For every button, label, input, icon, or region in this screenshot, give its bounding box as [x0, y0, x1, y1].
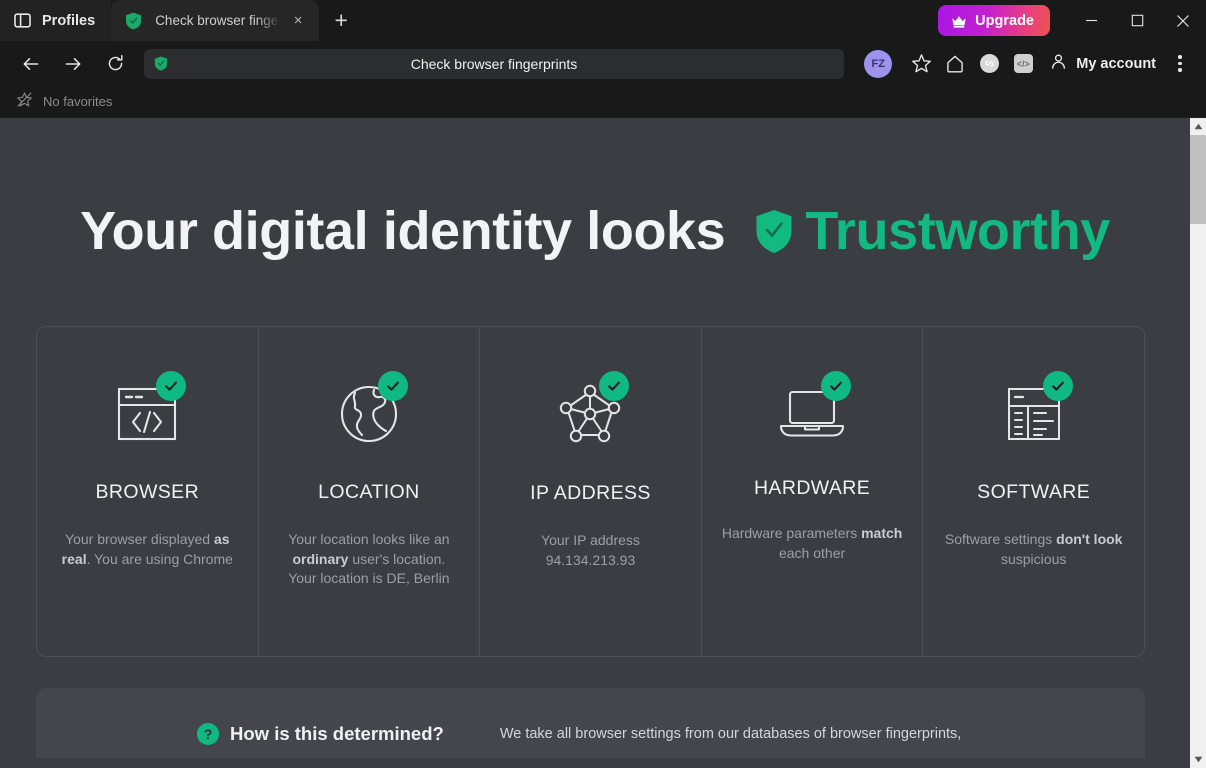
hero-prefix: Your digital identity looks [80, 201, 726, 261]
upgrade-label: Upgrade [975, 12, 1034, 29]
bookmarks-bar: No favorites [0, 86, 1206, 118]
card-description: Hardware parameters match each other [721, 525, 903, 561]
table-list-icon [991, 371, 1077, 449]
address-bar[interactable]: Check browser fingerprints [144, 48, 844, 79]
status-card-ip-address: IP ADDRESS Your IP address 94.134.213.93 [479, 327, 701, 656]
check-badge-icon [1042, 371, 1073, 401]
browser-window-code-icon [104, 371, 190, 449]
page-scrollbar[interactable] [1190, 118, 1206, 768]
upgrade-button[interactable]: Upgrade [938, 5, 1050, 36]
window-actions: Upgrade [938, 0, 1206, 41]
circular-extension-icon[interactable] [972, 47, 1006, 81]
extension-glyph: </> [1013, 54, 1033, 73]
crossed-star-icon [16, 91, 33, 113]
laptop-icon [769, 371, 855, 449]
profiles-button[interactable]: Profiles [0, 0, 112, 41]
profiles-label: Profiles [42, 12, 96, 29]
address-bar-text: Check browser fingerprints [410, 55, 578, 72]
status-card-software: SOFTWARE Software settings don't look su… [922, 327, 1144, 656]
shield-icon [125, 12, 142, 30]
card-description: Your browser displayed as real. You are … [61, 531, 233, 567]
card-description: Software settings don't look suspicious [944, 531, 1123, 567]
toolbar-actions: FZ </> My account [850, 47, 1196, 81]
new-tab-button[interactable]: + [319, 0, 363, 41]
hero-status: Trustworthy [805, 201, 1110, 261]
person-icon [1050, 53, 1067, 74]
avatar[interactable]: FZ [864, 49, 893, 78]
crown-icon [951, 14, 967, 28]
scroll-down-arrow-icon[interactable] [1190, 751, 1206, 768]
navigation-toolbar: Check browser fingerprints FZ </> My acc… [0, 41, 1206, 86]
my-account-label: My account [1076, 55, 1156, 72]
scrollbar-track[interactable] [1190, 135, 1206, 751]
card-title: HARDWARE [753, 477, 871, 499]
network-nodes-icon [547, 371, 633, 449]
card-title: BROWSER [95, 481, 200, 503]
card-title: SOFTWARE [977, 481, 1091, 503]
card-description: Your IP address 94.134.213.93 [541, 532, 640, 568]
how-determined-panel: ? How is this determined? We take all br… [36, 688, 1145, 758]
page-content: Your digital identity looks Trustworthy [0, 118, 1190, 768]
back-button[interactable] [14, 47, 48, 81]
how-determined-heading: How is this determined? [230, 723, 444, 744]
status-card-hardware: HARDWARE Hardware parameters match each … [700, 327, 923, 656]
extension-glyph [979, 54, 999, 73]
maximize-button[interactable] [1114, 0, 1160, 41]
status-card-location: LOCATION Your location looks like an ord… [257, 327, 480, 656]
scroll-up-arrow-icon[interactable] [1190, 118, 1206, 135]
forward-button[interactable] [56, 47, 90, 81]
dot [1178, 61, 1182, 66]
page-viewport: Your digital identity looks Trustworthy [0, 118, 1206, 768]
hero-heading: Your digital identity looks Trustworthy [0, 118, 1190, 262]
panel-icon [14, 12, 31, 29]
close-window-button[interactable] [1160, 0, 1206, 41]
check-badge-icon [377, 371, 408, 401]
minimize-button[interactable] [1068, 0, 1114, 41]
home-icon[interactable] [938, 47, 972, 81]
browser-menu-button[interactable] [1164, 47, 1196, 81]
card-description: Your location looks like an ordinary use… [288, 531, 450, 586]
question-mark-icon: ? [197, 723, 219, 745]
bookmark-star-icon[interactable] [904, 47, 938, 81]
status-card-browser: BROWSER Your browser displayed as real. … [37, 327, 258, 656]
my-account-button[interactable]: My account [1040, 47, 1164, 81]
close-icon[interactable]: × [287, 10, 309, 32]
globe-icon [326, 371, 412, 449]
card-title: LOCATION [318, 481, 420, 503]
reload-button[interactable] [98, 47, 132, 81]
scrollbar-thumb[interactable] [1190, 135, 1206, 224]
browser-tab[interactable]: Check browser finge × [111, 0, 320, 41]
shield-icon [154, 56, 168, 71]
tab-strip: Profiles Check browser finge × + Upgrade [0, 0, 1206, 41]
tab-title: Check browser finge [155, 13, 279, 28]
shield-check-icon [755, 209, 793, 254]
check-badge-icon [821, 371, 852, 401]
how-determined-body: We take all browser settings from our da… [499, 726, 962, 742]
dot [1178, 55, 1182, 59]
card-title: IP ADDRESS [530, 482, 651, 504]
code-extension-icon[interactable]: </> [1006, 47, 1040, 81]
dot [1178, 68, 1182, 72]
status-card-grid: BROWSER Your browser displayed as real. … [36, 326, 1145, 657]
no-favorites-label: No favorites [43, 94, 113, 109]
